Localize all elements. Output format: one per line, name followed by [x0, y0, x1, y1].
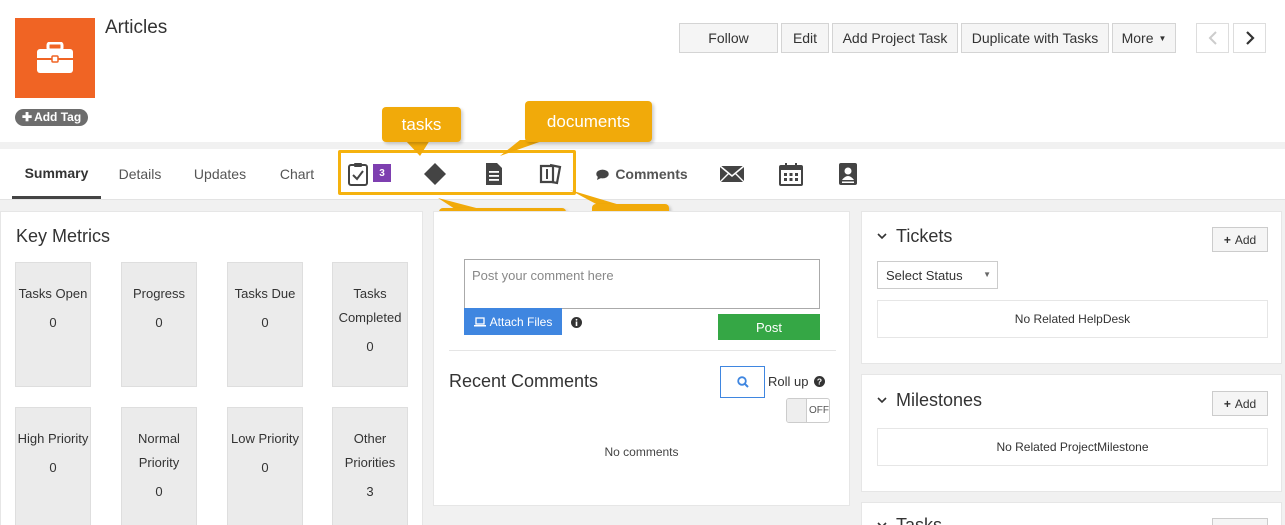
post-button[interactable]: Post [718, 314, 820, 340]
metric-label: High Priority [17, 431, 89, 446]
select-value: Select Status [886, 268, 963, 283]
metric-tile: Tasks Due 0 [227, 262, 303, 387]
metric-tile: Tasks Completed 0 [332, 262, 408, 387]
search-comments-button[interactable] [720, 366, 765, 398]
no-related-helpdesk-text: No Related HelpDesk [877, 300, 1268, 338]
metric-value: 3 [366, 484, 374, 499]
recent-comments-title: Recent Comments [449, 371, 599, 391]
milestones-title: Milestones [896, 390, 983, 410]
comments-panel [433, 211, 850, 506]
metric-value: 0 [366, 339, 374, 354]
comment-textarea[interactable]: Post your comment here [464, 259, 820, 309]
callout-tasks: tasks [382, 107, 461, 142]
metric-tile: Normal Priority 0 [121, 407, 197, 525]
toggle-state-label: OFF [809, 405, 829, 416]
tasks-title: Tasks [896, 515, 943, 525]
metric-label: Other Priorities [344, 431, 396, 470]
metric-tile: Other Priorities 3 [332, 407, 408, 525]
metric-value: 0 [155, 484, 163, 499]
tasks-panel: Tasks [861, 502, 1282, 525]
metric-label: Low Priority [231, 431, 299, 446]
plus-icon: + [1223, 396, 1231, 411]
metric-tile: Low Priority 0 [227, 407, 303, 525]
search-icon [736, 376, 749, 388]
tasks-section-toggle[interactable]: Tasks [877, 515, 942, 525]
chevron-down-icon [877, 233, 887, 240]
metric-value: 0 [261, 460, 269, 475]
metric-label: Tasks Due [234, 286, 296, 301]
add-milestone-button[interactable]: + Add [1212, 391, 1268, 416]
caret-down-icon: ▼ [983, 270, 991, 279]
metric-value: 0 [261, 315, 269, 330]
toggle-knob [787, 399, 807, 422]
metric-tile: Progress 0 [121, 262, 197, 387]
metric-value: 0 [49, 460, 57, 475]
rollup-label-group: Roll up ? [768, 374, 826, 389]
add-milestone-label: Add [1234, 396, 1257, 411]
metric-value: 0 [155, 315, 163, 330]
metric-label: Tasks Open [18, 286, 88, 301]
add-ticket-label: Add [1234, 232, 1257, 247]
no-comments-text: No comments [604, 445, 679, 459]
add-task-button[interactable] [1212, 518, 1268, 525]
ticket-status-select[interactable]: Select Status ▼ [877, 261, 998, 289]
no-related-milestone-text: No Related ProjectMilestone [877, 428, 1268, 466]
attach-files-button[interactable]: Attach Files [464, 308, 562, 335]
metric-tile: Tasks Open 0 [15, 262, 91, 387]
info-icon[interactable] [571, 315, 582, 333]
add-ticket-button[interactable]: + Add [1212, 227, 1268, 252]
key-metrics-title: Key Metrics [16, 226, 111, 246]
svg-text:?: ? [817, 377, 822, 387]
milestones-section-toggle[interactable]: Milestones [877, 390, 982, 411]
rollup-toggle[interactable]: OFF [786, 398, 830, 423]
help-icon[interactable]: ? [814, 376, 826, 387]
metric-value: 0 [49, 315, 57, 330]
metric-label: Normal Priority [138, 431, 180, 470]
metric-label: Progress [132, 286, 186, 301]
tickets-section-toggle[interactable]: Tickets [877, 226, 952, 247]
rollup-label: Roll up [768, 374, 809, 389]
callout-documents: documents [525, 101, 652, 142]
laptop-icon [473, 316, 486, 326]
chevron-down-icon [877, 397, 887, 404]
divider [449, 350, 836, 351]
metric-label: Tasks Completed [338, 286, 402, 325]
attach-files-label: Attach Files [489, 314, 553, 329]
metric-tile: High Priority 0 [15, 407, 91, 525]
tickets-title: Tickets [896, 226, 953, 246]
plus-icon: + [1223, 232, 1231, 247]
